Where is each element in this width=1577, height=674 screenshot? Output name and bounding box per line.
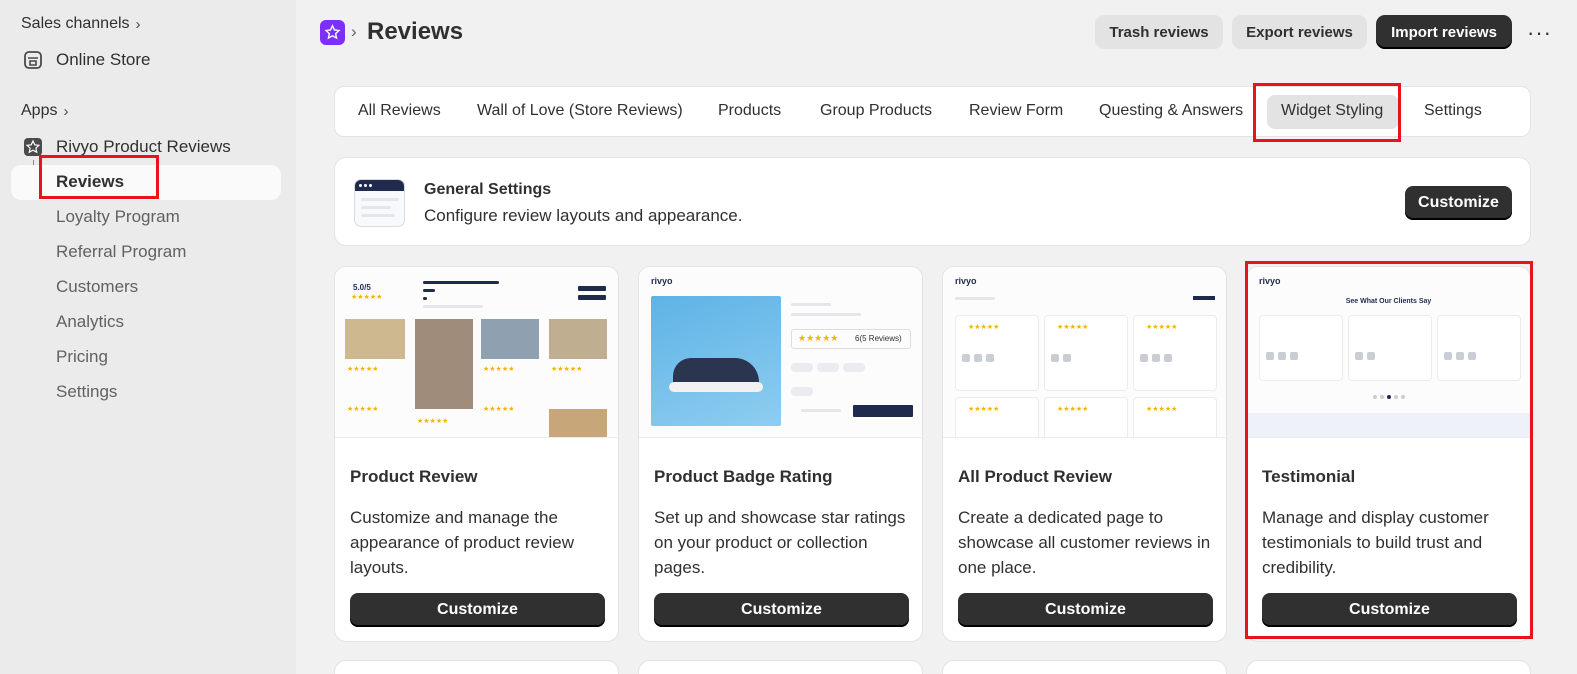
import-reviews-button[interactable]: Import reviews bbox=[1376, 15, 1512, 49]
card-stub bbox=[334, 660, 619, 674]
sidebar-item-settings[interactable]: Settings bbox=[56, 382, 117, 402]
export-reviews-button[interactable]: Export reviews bbox=[1232, 15, 1367, 49]
preview-brand: rivyo bbox=[651, 276, 673, 286]
breadcrumb-chevron-icon: › bbox=[351, 22, 357, 41]
badge-rating-box: ★★★★★ 6(5 Reviews) bbox=[791, 329, 911, 349]
preview-brand: rivyo bbox=[955, 276, 977, 286]
app-name-label: Rivyo Product Reviews bbox=[56, 137, 231, 156]
product-badge-preview: rivyo ★★★★★ 6(5 Reviews) bbox=[639, 267, 922, 438]
card-stub bbox=[942, 660, 1227, 674]
tab-questing-answers[interactable]: Questing & Answers bbox=[1099, 102, 1243, 120]
tab-all-reviews[interactable]: All Reviews bbox=[358, 102, 441, 120]
sidebar-item-pricing[interactable]: Pricing bbox=[56, 347, 108, 367]
sidebar: Sales channels › Online Store Apps › Riv… bbox=[0, 0, 296, 674]
tab-products[interactable]: Products bbox=[718, 102, 781, 120]
tab-settings[interactable]: Settings bbox=[1424, 102, 1482, 120]
card-description: Create a dedicated page to showcase all … bbox=[958, 508, 1211, 577]
card-title: All Product Review bbox=[958, 467, 1112, 486]
shoe-image bbox=[651, 296, 781, 426]
card-description: Set up and showcase star ratings on your… bbox=[654, 508, 906, 577]
sales-channels-header[interactable]: Sales channels › bbox=[21, 15, 141, 33]
card-product-badge-rating: rivyo ★★★★★ 6(5 Reviews) Product Badge R… bbox=[638, 266, 923, 642]
card-product-review: 5.0/5 ★★★★★ ★★★★★ ★★★★★ ★★★★★ ★★★★★ ★★★★… bbox=[334, 266, 619, 642]
tab-group-products[interactable]: Group Products bbox=[820, 102, 932, 120]
apps-label: Apps bbox=[21, 102, 58, 119]
chevron-right-icon: › bbox=[63, 102, 69, 120]
tab-wall-of-love[interactable]: Wall of Love (Store Reviews) bbox=[477, 102, 683, 120]
sales-channels-label: Sales channels bbox=[21, 15, 130, 32]
all-product-review-preview: rivyo ★★★★★ ★★★★★ ★★★★★ ★★★★★ ★★★★★ ★★★★… bbox=[943, 267, 1226, 438]
tab-review-form[interactable]: Review Form bbox=[969, 102, 1063, 120]
more-actions-icon[interactable]: ··· bbox=[1527, 20, 1552, 46]
card-title: Product Badge Rating bbox=[654, 467, 833, 486]
product-badge-customize-button[interactable]: Customize bbox=[654, 593, 909, 627]
trash-reviews-button[interactable]: Trash reviews bbox=[1095, 15, 1223, 49]
store-icon bbox=[22, 49, 44, 71]
badge-review-count: 6(5 Reviews) bbox=[855, 334, 902, 343]
page-title: Reviews bbox=[367, 18, 464, 45]
card-stub bbox=[638, 660, 923, 674]
card-title: Product Review bbox=[350, 467, 478, 486]
app-logo-icon bbox=[320, 20, 345, 45]
general-settings-title: General Settings bbox=[424, 181, 552, 198]
sidebar-item-analytics[interactable]: Analytics bbox=[56, 312, 124, 332]
general-settings-card: General Settings Configure review layout… bbox=[334, 157, 1531, 246]
card-stub bbox=[1246, 660, 1531, 674]
sidebar-item-referral[interactable]: Referral Program bbox=[56, 242, 186, 262]
highlight-reviews bbox=[39, 155, 159, 199]
card-description: Customize and manage the appearance of p… bbox=[350, 508, 574, 577]
online-store-label: Online Store bbox=[56, 50, 151, 69]
sidebar-item-loyalty[interactable]: Loyalty Program bbox=[56, 207, 180, 227]
apps-header[interactable]: Apps › bbox=[21, 102, 68, 120]
preview-score: 5.0/5 bbox=[353, 283, 371, 292]
general-settings-description: Configure review layouts and appearance. bbox=[424, 206, 743, 225]
product-review-customize-button[interactable]: Customize bbox=[350, 593, 605, 627]
product-review-preview: 5.0/5 ★★★★★ ★★★★★ ★★★★★ ★★★★★ ★★★★★ ★★★★… bbox=[335, 267, 618, 438]
sidebar-item-online-store[interactable]: Online Store bbox=[22, 49, 151, 71]
highlight-testimonial bbox=[1245, 261, 1533, 639]
general-customize-button[interactable]: Customize bbox=[1405, 186, 1512, 220]
highlight-widget-styling bbox=[1253, 83, 1401, 142]
card-all-product-review: rivyo ★★★★★ ★★★★★ ★★★★★ ★★★★★ ★★★★★ ★★★★… bbox=[942, 266, 1227, 642]
sidebar-item-customers[interactable]: Customers bbox=[56, 277, 138, 297]
all-product-review-customize-button[interactable]: Customize bbox=[958, 593, 1213, 627]
general-settings-thumbnail bbox=[354, 179, 405, 227]
preview-stars: ★★★★★ bbox=[351, 294, 383, 301]
chevron-right-icon: › bbox=[135, 15, 141, 33]
